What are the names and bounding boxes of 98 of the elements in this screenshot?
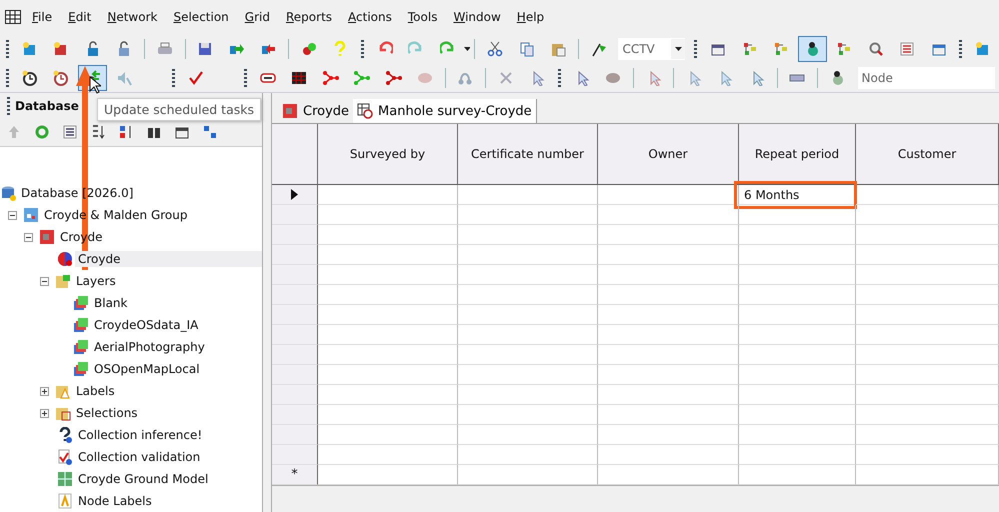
tree-icon bbox=[742, 40, 758, 56]
copy-icon bbox=[518, 40, 535, 56]
clock-icon bbox=[22, 70, 38, 86]
tree-item[interactable]: Node Labels bbox=[75, 493, 155, 509]
expand-toggle[interactable] bbox=[8, 210, 17, 220]
tree-item[interactable]: Labels bbox=[73, 383, 118, 399]
help-icon bbox=[332, 40, 348, 56]
new-row-marker[interactable]: * bbox=[272, 465, 318, 485]
app-grid-icon[interactable] bbox=[5, 10, 21, 24]
expand-toggle[interactable] bbox=[40, 408, 49, 418]
menu-item[interactable]: Tools bbox=[400, 10, 446, 24]
toolbar-button[interactable] bbox=[798, 36, 828, 62]
current-row-icon bbox=[291, 189, 298, 200]
table-icon bbox=[291, 70, 308, 86]
folder-icon bbox=[55, 273, 71, 289]
folder-icon bbox=[55, 383, 71, 399]
tree-item[interactable]: Croyde bbox=[75, 251, 262, 267]
database-icon bbox=[0, 185, 16, 201]
squares-icon bbox=[202, 124, 218, 140]
column-header[interactable]: Repeat period bbox=[739, 124, 856, 185]
column-header[interactable]: Surveyed by bbox=[318, 124, 458, 185]
bug-icon bbox=[300, 40, 317, 56]
caret-icon bbox=[674, 46, 682, 50]
combo-box[interactable]: Node bbox=[858, 66, 995, 88]
group-icon bbox=[23, 207, 39, 223]
menu-item[interactable]: Reports bbox=[278, 10, 340, 24]
column-header[interactable]: Certificate number bbox=[458, 124, 598, 185]
save-icon bbox=[197, 40, 214, 56]
undo-icon bbox=[376, 40, 393, 56]
plus-icon bbox=[41, 410, 48, 416]
new-item-icon bbox=[22, 40, 38, 56]
network-icon bbox=[354, 70, 370, 86]
tree-item[interactable]: OSOpenMapLocal bbox=[91, 361, 203, 377]
menu-item[interactable]: Actions bbox=[340, 10, 400, 24]
expand-toggle[interactable] bbox=[40, 276, 49, 286]
panel-title: Database bbox=[15, 98, 79, 113]
row-header[interactable] bbox=[272, 185, 318, 205]
expand-toggle[interactable] bbox=[40, 386, 49, 396]
layers-icon bbox=[73, 339, 89, 355]
menu-item[interactable]: File bbox=[24, 10, 60, 24]
column-header[interactable]: Customer bbox=[856, 124, 999, 185]
checkmark-icon bbox=[188, 70, 204, 86]
table-clock-icon bbox=[357, 103, 374, 119]
tree-icon bbox=[836, 40, 852, 56]
menu-item[interactable]: Edit bbox=[60, 10, 100, 24]
network-globe-icon bbox=[57, 251, 73, 267]
tree-item[interactable]: CroydeOSdata_IA bbox=[91, 317, 202, 333]
mouse-cursor-icon bbox=[89, 76, 101, 94]
network-icon bbox=[39, 229, 55, 245]
tree-item[interactable]: Croyde Ground Model bbox=[75, 471, 212, 487]
layers-icon bbox=[73, 295, 89, 311]
redo-icon bbox=[440, 40, 456, 56]
tree-item[interactable]: Collection validation bbox=[75, 449, 204, 465]
clock-icon bbox=[53, 70, 70, 86]
checklist-icon bbox=[57, 449, 73, 465]
layers-icon bbox=[73, 361, 89, 377]
list-icon bbox=[899, 40, 916, 56]
combo-value: Node bbox=[862, 70, 893, 84]
corner-header bbox=[272, 124, 318, 185]
print-icon bbox=[156, 40, 173, 56]
label-icon bbox=[57, 493, 73, 509]
menu-item[interactable]: Selection bbox=[165, 10, 237, 24]
menu-item[interactable]: Network bbox=[99, 10, 166, 24]
combo-value: CCTV bbox=[622, 42, 655, 56]
plus-icon bbox=[41, 388, 48, 394]
cut-icon bbox=[487, 40, 504, 56]
up-arrow-icon bbox=[6, 124, 22, 140]
network-icon bbox=[282, 103, 298, 119]
tree-item[interactable]: Layers bbox=[73, 273, 119, 289]
sort-icon bbox=[90, 124, 106, 140]
document-tab[interactable]: Croyde bbox=[278, 99, 354, 123]
network-icon bbox=[386, 70, 402, 86]
question-icon bbox=[57, 427, 73, 443]
tree-item[interactable]: Collection inference! bbox=[75, 427, 206, 443]
speaker-icon bbox=[116, 70, 132, 86]
menu-item[interactable]: Window bbox=[445, 10, 509, 24]
refresh-icon bbox=[34, 124, 50, 140]
combo-box[interactable]: CCTV bbox=[618, 38, 686, 60]
expand-toggle[interactable] bbox=[24, 232, 33, 242]
tree-item[interactable]: Selections bbox=[73, 405, 141, 421]
list-icon bbox=[62, 124, 78, 140]
network-icon bbox=[322, 70, 339, 86]
tree-item[interactable]: AerialPhotography bbox=[91, 339, 208, 355]
caret-icon bbox=[464, 46, 470, 50]
menu-item[interactable]: Grid bbox=[236, 10, 278, 24]
magnifier-icon bbox=[868, 40, 884, 56]
layers-icon bbox=[73, 317, 89, 333]
delete-icon bbox=[498, 70, 514, 86]
redo-icon bbox=[408, 40, 424, 56]
column-header[interactable]: Owner bbox=[598, 124, 739, 185]
grid-icon bbox=[57, 471, 73, 487]
tooltip: Update scheduled tasks bbox=[97, 98, 261, 121]
tree-icon bbox=[773, 40, 790, 56]
cell-value: 6 Months bbox=[744, 188, 800, 202]
folder-icon bbox=[55, 405, 71, 421]
document-tab[interactable]: Manhole survey-Croyde bbox=[353, 99, 537, 123]
tree-item[interactable]: Blank bbox=[91, 295, 130, 311]
menu-item[interactable]: Help bbox=[508, 10, 552, 24]
